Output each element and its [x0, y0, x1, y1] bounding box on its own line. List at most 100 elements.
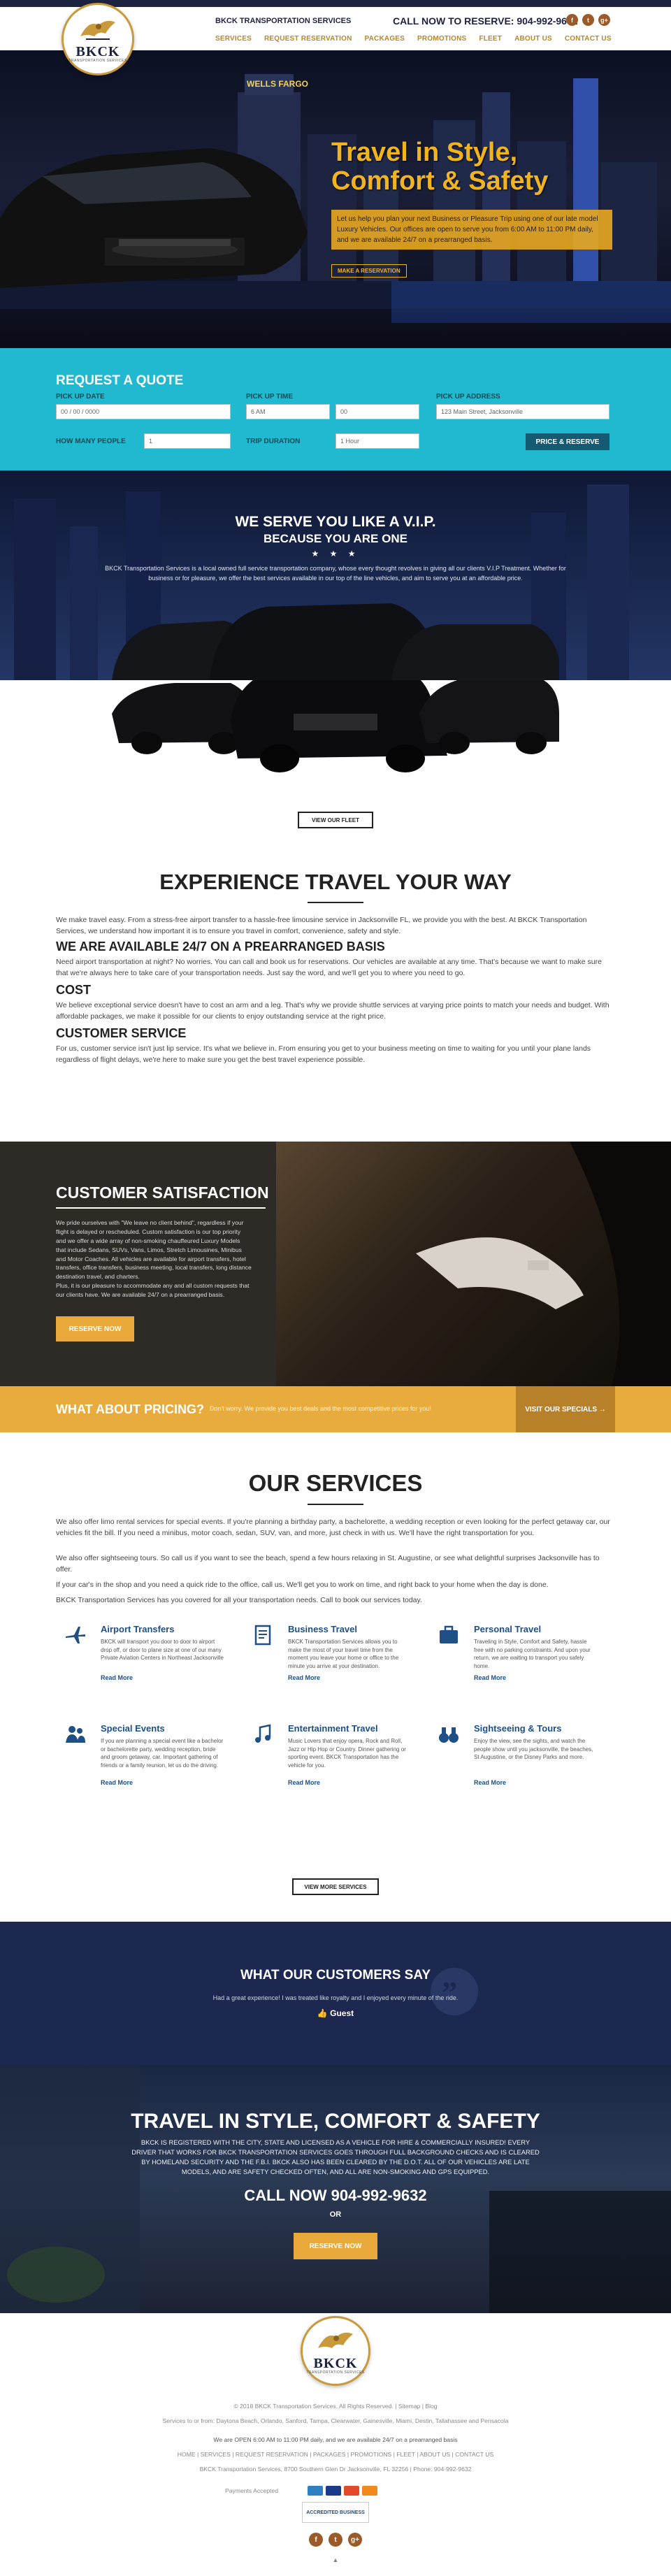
- availability-text: Need airport transportation at night? No…: [56, 958, 602, 978]
- travel-cta-section: TRAVEL IN STYLE, COMFORT & SAFETY BKCK I…: [0, 2065, 671, 2313]
- service-card-title: Entertainment Travel: [288, 1723, 378, 1734]
- satisfaction-text-1: We pride ourselves with "We leave no cli…: [56, 1219, 252, 1281]
- satisfaction-text-2: Plus, it is our pleasure to accommodate …: [56, 1282, 250, 1298]
- nav-promotions[interactable]: PROMOTIONS: [417, 35, 466, 43]
- read-more-link[interactable]: Read More: [288, 1779, 320, 1786]
- reserve-now-button[interactable]: RESERVE NOW: [294, 2233, 377, 2259]
- google-plus-icon[interactable]: g+: [598, 14, 610, 26]
- people-input[interactable]: 1: [144, 433, 231, 449]
- company-name: BKCK TRANSPORTATION SERVICES: [215, 17, 352, 25]
- service-card-title: Special Events: [101, 1723, 165, 1734]
- travel-title: TRAVEL IN STYLE, COMFORT & SAFETY: [131, 2110, 540, 2133]
- binoculars-icon: [439, 1727, 459, 1743]
- facebook-icon[interactable]: f: [566, 14, 578, 26]
- hero-city-background: WELLS FARGO: [0, 74, 671, 323]
- call-now-phone[interactable]: CALL NOW TO RESERVE: 904-992-9632: [393, 15, 578, 27]
- request-quote-form: REQUEST A QUOTE PICK UP DATE 00 / 00 / 0…: [0, 348, 671, 470]
- people-label: HOW MANY PEOPLE: [56, 438, 126, 445]
- twitter-icon[interactable]: t: [582, 14, 594, 26]
- pricing-title: WHAT ABOUT PRICING?: [56, 1402, 204, 1416]
- nav-services[interactable]: SERVICES: [215, 35, 252, 43]
- service-card-title: Airport Transfers: [101, 1624, 175, 1634]
- service-card-text: If you are planning a special event like…: [101, 1738, 224, 1769]
- eagle-emblem-icon: [80, 20, 115, 40]
- suitcase-icon: [440, 1625, 458, 1643]
- read-more-link[interactable]: Read More: [288, 1674, 320, 1681]
- pricing-banner: WHAT ABOUT PRICING? Don't worry. We prov…: [0, 1386, 671, 1432]
- main-nav: SERVICES REQUEST RESERVATION PACKAGES PR…: [215, 35, 612, 43]
- nav-contact-us[interactable]: CONTACT US: [565, 35, 612, 43]
- vip-subtitle: BECAUSE YOU ARE ONE: [264, 532, 407, 545]
- author-name: Guest: [330, 2008, 354, 2018]
- discover-card-icon: [362, 2486, 377, 2496]
- nav-packages[interactable]: PACKAGES: [365, 35, 405, 43]
- pickup-address-input[interactable]: 123 Main Street, Jacksonville: [436, 404, 609, 419]
- hours: We are OPEN 6:00 AM to 11:00 PM daily, a…: [213, 2436, 458, 2443]
- reserve-now-button[interactable]: RESERVE NOW: [56, 1316, 134, 1341]
- vip-title: WE SERVE YOU LIKE A V.I.P.: [235, 514, 436, 530]
- read-more-link[interactable]: Read More: [101, 1674, 133, 1681]
- title-divider: [308, 1504, 363, 1505]
- quote-title: REQUEST A QUOTE: [56, 373, 184, 388]
- service-card-title: Sightseeing & Tours: [474, 1723, 562, 1734]
- bbb-accredited-badge[interactable]: ACCREDITED BUSINESS: [302, 2502, 369, 2523]
- google-plus-icon[interactable]: g+: [348, 2533, 362, 2547]
- read-more-link[interactable]: Read More: [474, 1674, 506, 1681]
- copyright: © 2018 BKCK Transportation Services. All…: [233, 2403, 438, 2410]
- footer-logo[interactable]: BKCK TRANSPORTATION SERVICES: [301, 2316, 370, 2386]
- service-card-text: Enjoy the view, see the sights, and watc…: [474, 1738, 593, 1761]
- read-more-link[interactable]: Read More: [101, 1779, 133, 1786]
- thumbs-up-icon: 👍: [317, 2008, 331, 2018]
- twitter-icon[interactable]: t: [329, 2533, 342, 2547]
- hero-slider: WELLS FARGO Travel in Style, Comfort & S…: [0, 50, 671, 348]
- service-card-text: Music Lovers that enjoy opera, Rock and …: [288, 1738, 406, 1769]
- pickup-minute-select[interactable]: 00: [336, 404, 419, 419]
- pickup-date-input[interactable]: 00 / 00 / 0000: [56, 404, 231, 419]
- fleet-cars-image: [112, 680, 559, 772]
- satisfaction-title: CUSTOMER SATISFACTION: [56, 1183, 269, 1202]
- nav-about-us[interactable]: ABOUT US: [514, 35, 552, 43]
- eagle-emblem-icon: [318, 2332, 353, 2348]
- pickup-hour-select[interactable]: 6 AM: [246, 404, 330, 419]
- pickup-date-label: PICK UP DATE: [56, 393, 105, 401]
- document-icon: [254, 1625, 271, 1646]
- view-more-services-button[interactable]: VIEW MORE SERVICES: [292, 1878, 379, 1895]
- back-to-top-icon[interactable]: ▲: [0, 2556, 671, 2563]
- hero-description: Let us help you plan your next Business …: [331, 210, 612, 250]
- cost-heading: COST: [56, 983, 92, 997]
- testimonial-quote: Had a great experience! I was treated li…: [212, 1994, 459, 2001]
- price-reserve-button[interactable]: PRICE & RESERVE: [526, 433, 609, 450]
- service-card-text: BKCK Transportation Services allows you …: [288, 1639, 399, 1669]
- visit-specials-button[interactable]: VISIT OUR SPECIALS →: [516, 1386, 615, 1432]
- services-title: OUR SERVICES: [248, 1470, 423, 1496]
- trip-duration-select[interactable]: 1 Hour: [336, 433, 419, 449]
- nav-fleet[interactable]: FLEET: [479, 35, 502, 43]
- chauffeur-door-image: [276, 1142, 671, 1386]
- people-icon: [66, 1726, 85, 1743]
- make-reservation-button[interactable]: MAKE A RESERVATION: [331, 264, 407, 278]
- experience-section: EXPERIENCE TRAVEL YOUR WAY We make trave…: [0, 851, 671, 1142]
- logo-tagline: TRANSPORTATION SERVICES: [68, 59, 127, 63]
- travel-or: OR: [329, 2210, 342, 2219]
- wells-fargo-sign: WELLS FARGO: [247, 79, 308, 89]
- experience-title: EXPERIENCE TRAVEL YOUR WAY: [159, 870, 512, 894]
- footer-links[interactable]: HOME | SERVICES | REQUEST RESERVATION | …: [0, 2451, 671, 2458]
- service-card-title: Personal Travel: [474, 1624, 542, 1634]
- travel-text: BKCK IS REGISTERED WITH THE CITY, STATE …: [131, 2138, 540, 2176]
- airplane-icon: [66, 1627, 85, 1643]
- site-logo[interactable]: BKCK TRANSPORTATION SERVICES: [62, 3, 134, 75]
- travel-phone[interactable]: CALL NOW 904-992-9632: [0, 2187, 671, 2205]
- chauffeur-hand-illustration: [416, 1142, 671, 1386]
- experience-intro: We make travel easy. From a stress-free …: [56, 916, 587, 936]
- customer-satisfaction-section: CUSTOMER SATISFACTION We pride ourselves…: [0, 1142, 671, 1386]
- customer-service-text: For us, customer service isn't just lip …: [56, 1044, 591, 1065]
- read-more-link[interactable]: Read More: [474, 1779, 506, 1786]
- facebook-icon[interactable]: f: [309, 2533, 323, 2547]
- service-areas: Services to or from: Daytona Beach, Orla…: [162, 2417, 509, 2424]
- hero-title-line1: Travel in Style,: [331, 138, 518, 167]
- payment-cards: [308, 2486, 377, 2496]
- view-fleet-button[interactable]: VIEW OUR FLEET: [298, 812, 373, 828]
- pickup-address-label: PICK UP ADDRESS: [436, 393, 500, 401]
- vip-description: BKCK Transportation Services is a local …: [105, 565, 566, 582]
- nav-request-reservation[interactable]: REQUEST RESERVATION: [264, 35, 352, 43]
